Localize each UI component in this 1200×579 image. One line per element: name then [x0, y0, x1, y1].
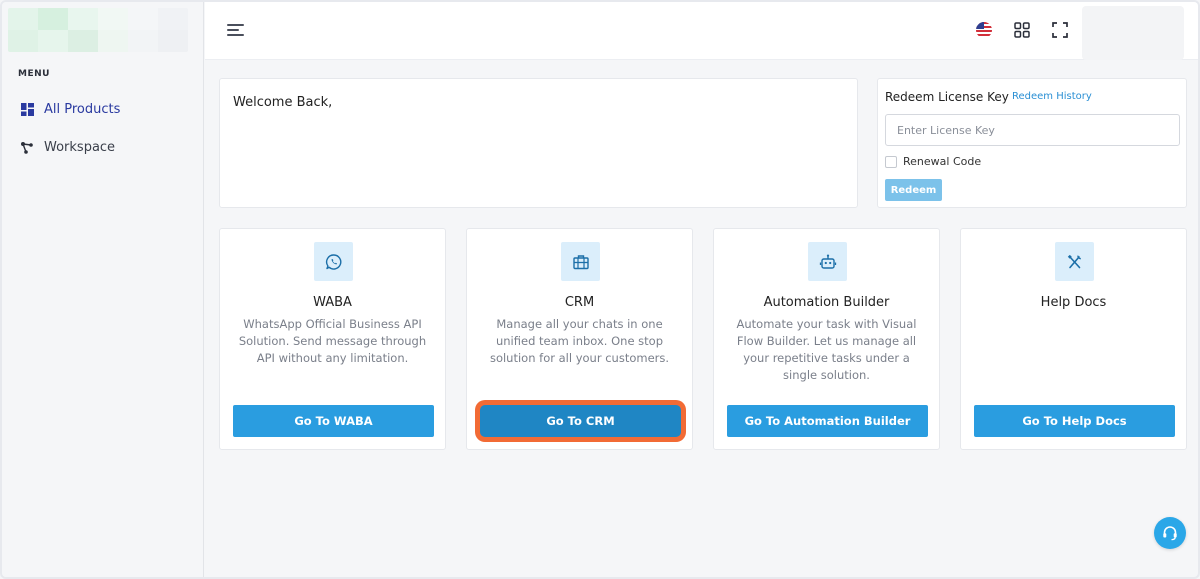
renewal-code-checkbox[interactable] [885, 155, 897, 168]
menu-heading: MENU [18, 69, 50, 79]
sidebar: MENU All Products Workspace [2, 2, 204, 577]
button-label: Go To CRM [546, 414, 615, 428]
sidebar-item-all-products[interactable]: All Products [20, 102, 120, 117]
redeem-button[interactable]: Redeem [885, 179, 942, 201]
product-card-waba: WABA WhatsApp Official Business API Solu… [219, 228, 446, 450]
redeem-title: Redeem License Key [885, 90, 1009, 104]
tools-icon [1055, 242, 1094, 281]
app-window: MENU All Products Workspace Welcome Back… [0, 0, 1200, 579]
grid-icon [20, 103, 34, 117]
product-card-help-docs: Help Docs Go To Help Docs [960, 228, 1187, 450]
welcome-message: Welcome Back, [233, 95, 333, 110]
robot-icon [808, 242, 847, 281]
top-bar [205, 2, 1198, 60]
renewal-code-row: Renewal Code [885, 155, 981, 168]
product-description: Automate your task with Visual Flow Buil… [736, 317, 917, 382]
product-description: Manage all your chats in one unified tea… [489, 317, 670, 365]
us-flag-icon[interactable] [974, 20, 994, 40]
product-description: WhatsApp Official Business API Solution.… [238, 317, 427, 365]
welcome-card: Welcome Back, [219, 78, 858, 208]
briefcase-icon [561, 242, 600, 281]
product-title: CRM [564, 295, 595, 310]
license-key-input[interactable] [885, 114, 1180, 146]
support-chat-button[interactable] [1154, 517, 1186, 549]
redeem-history-link[interactable]: Redeem History [1012, 91, 1092, 102]
redeem-license-card: Redeem License Key Redeem History Renewa… [877, 78, 1187, 208]
go-to-crm-button[interactable]: Go To CRM [476, 401, 685, 441]
product-title: Help Docs [1040, 295, 1107, 310]
sidebar-item-workspace[interactable]: Workspace [20, 140, 115, 155]
apps-grid-icon[interactable] [1012, 20, 1032, 40]
user-avatar[interactable] [1082, 6, 1184, 60]
brand-logo[interactable] [8, 8, 188, 52]
go-to-waba-button[interactable]: Go To WABA [233, 405, 434, 437]
headset-icon [1161, 524, 1179, 542]
sidebar-item-label: All Products [44, 102, 121, 117]
product-card-automation-builder: Automation Builder Automate your task wi… [713, 228, 940, 450]
product-card-crm: CRM Manage all your chats in one unified… [466, 228, 693, 450]
nodes-icon [20, 141, 34, 155]
product-title: Automation Builder [763, 295, 890, 310]
sidebar-item-label: Workspace [44, 140, 116, 155]
go-to-help-docs-button[interactable]: Go To Help Docs [974, 405, 1175, 437]
go-to-automation-builder-button[interactable]: Go To Automation Builder [727, 405, 928, 437]
renewal-code-label: Renewal Code [903, 155, 982, 168]
menu-toggle-icon[interactable] [227, 22, 247, 38]
whatsapp-icon [314, 242, 353, 281]
product-title: WABA [313, 295, 352, 310]
fullscreen-icon[interactable] [1050, 20, 1070, 40]
